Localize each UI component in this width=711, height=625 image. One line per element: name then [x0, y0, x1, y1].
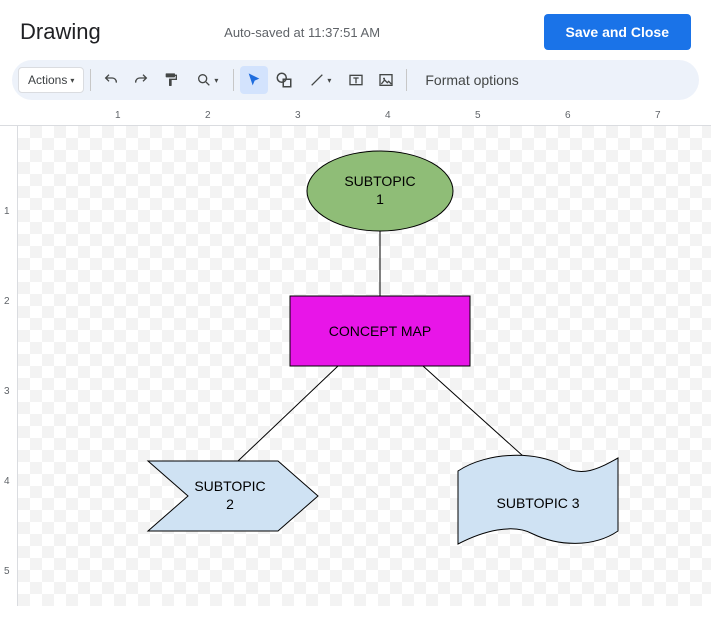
dialog-header: Drawing Auto-saved at 11:37:51 AM Save a…: [0, 0, 711, 60]
shape-tool-button[interactable]: [270, 66, 298, 94]
cursor-icon: [246, 72, 262, 88]
toolbar-separator: [406, 69, 407, 91]
ruler-tick: 4: [4, 476, 10, 487]
workspace: 1 2 3 4 5 SUBTOPIC 1 CONCEPT MAP SUBTOPI…: [0, 126, 711, 606]
toolbar-container: Actions ▾ ▾ ▾: [0, 60, 711, 100]
select-tool-button[interactable]: [240, 66, 268, 94]
line-icon: [309, 72, 325, 88]
paint-format-icon: [163, 72, 179, 88]
ruler-tick: 3: [4, 386, 10, 397]
undo-icon: [103, 72, 119, 88]
shape-subtopic1-text-l2: 1: [376, 191, 384, 207]
ruler-tick: 1: [115, 110, 121, 121]
ruler-tick: 4: [385, 110, 391, 121]
image-icon: [378, 72, 394, 88]
drawing-canvas[interactable]: SUBTOPIC 1 CONCEPT MAP SUBTOPIC 2 SUBTOP…: [18, 126, 711, 606]
shape-subtopic1-text-l1: SUBTOPIC: [344, 173, 415, 189]
ruler-tick: 5: [475, 110, 481, 121]
ruler-tick: 6: [565, 110, 571, 121]
zoom-icon: [196, 72, 212, 88]
shape-concept-map-text: CONCEPT MAP: [329, 323, 431, 339]
toolbar-separator: [233, 69, 234, 91]
ruler-tick: 7: [655, 110, 661, 121]
line-tool-button[interactable]: ▾: [300, 66, 340, 94]
connector-line[interactable]: [238, 366, 338, 461]
ruler-tick: 3: [295, 110, 301, 121]
canvas-svg: SUBTOPIC 1 CONCEPT MAP SUBTOPIC 2 SUBTOP…: [18, 126, 711, 606]
caret-down-icon: ▾: [327, 76, 331, 85]
ruler-tick: 1: [4, 206, 10, 217]
shape-subtopic3-text: SUBTOPIC 3: [497, 495, 580, 511]
shapes-icon: [275, 71, 293, 89]
caret-down-icon: ▾: [70, 76, 74, 85]
ruler-tick: 5: [4, 566, 10, 577]
toolbar-separator: [90, 69, 91, 91]
shape-subtopic2-text-l1: SUBTOPIC: [194, 478, 265, 494]
ruler-vertical: 1 2 3 4 5: [0, 126, 18, 606]
zoom-button[interactable]: ▾: [187, 66, 227, 94]
redo-icon: [133, 72, 149, 88]
actions-menu-button[interactable]: Actions ▾: [18, 67, 84, 93]
image-tool-button[interactable]: [372, 66, 400, 94]
ruler-horizontal: 1 2 3 4 5 6 7: [0, 108, 711, 126]
ruler-tick: 2: [4, 296, 10, 307]
paint-format-button[interactable]: [157, 66, 185, 94]
textbox-icon: [348, 72, 364, 88]
textbox-tool-button[interactable]: [342, 66, 370, 94]
save-and-close-button[interactable]: Save and Close: [544, 14, 692, 50]
actions-label: Actions: [28, 73, 67, 87]
toolbar: Actions ▾ ▾ ▾: [12, 60, 699, 100]
autosave-status: Auto-saved at 11:37:51 AM: [61, 25, 544, 40]
ruler-tick: 2: [205, 110, 211, 121]
connector-line[interactable]: [423, 366, 523, 456]
shape-subtopic2-text-l2: 2: [226, 496, 234, 512]
redo-button[interactable]: [127, 66, 155, 94]
undo-button[interactable]: [97, 66, 125, 94]
caret-down-icon: ▾: [214, 76, 218, 85]
format-options-button[interactable]: Format options: [413, 72, 530, 88]
